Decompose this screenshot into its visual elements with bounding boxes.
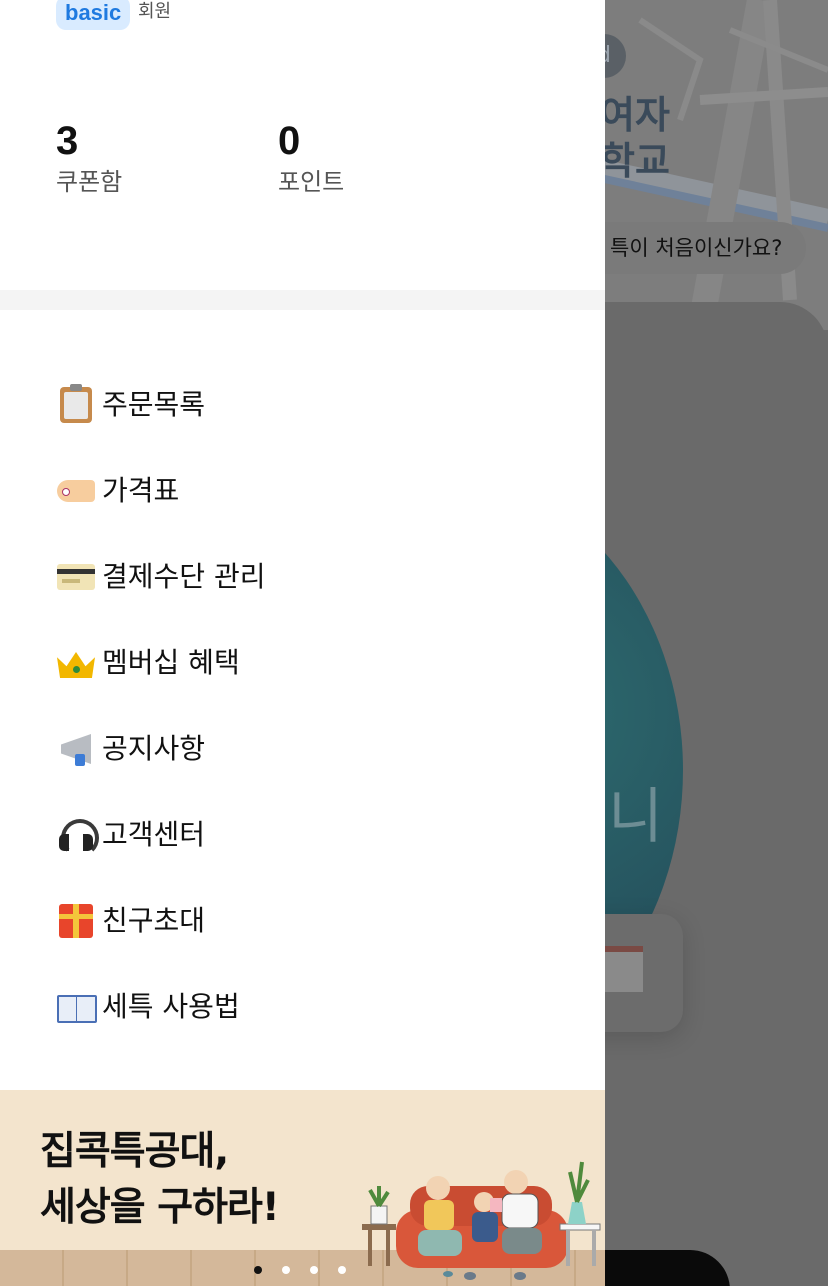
- menu-item-order-list[interactable]: 주문목록: [0, 362, 605, 448]
- menu-item-label: 친구초대: [102, 904, 206, 937]
- side-drawer: basic 회원 3 쿠폰함 0 포인트 주문목록 가격표 결제수단 관리 멤버…: [0, 0, 605, 1286]
- banner-title: 집콕특공대, 세상을 구하라!: [40, 1124, 280, 1236]
- coupon-box-stat[interactable]: 3 쿠폰함: [56, 118, 122, 198]
- crown-icon: [56, 643, 96, 683]
- drawer-menu: 주문목록 가격표 결제수단 관리 멤버십 혜택 공지사항 고객센터 친구초대 세…: [0, 362, 605, 1050]
- price-tag-icon: [56, 471, 96, 511]
- background-circle-text: 니: [608, 782, 664, 852]
- coupon-count: 3: [56, 119, 79, 163]
- headphones-icon: [56, 815, 99, 857]
- banner-page-dot-2[interactable]: [282, 1266, 290, 1274]
- banner-title-line2: 세상을 구하라!: [40, 1185, 280, 1230]
- open-book-icon: [56, 987, 97, 1027]
- megaphone-icon: [56, 729, 96, 769]
- menu-item-invite-friends[interactable]: 친구초대: [0, 878, 605, 964]
- clipboard-icon: [56, 384, 96, 425]
- membership-grade-badge: basic: [56, 0, 131, 30]
- menu-item-notices[interactable]: 공지사항: [0, 706, 605, 792]
- menu-item-membership-benefits[interactable]: 멤버십 혜택: [0, 620, 605, 706]
- membership-grade-suffix: 회원: [138, 1, 172, 22]
- menu-item-label: 가격표: [102, 474, 180, 507]
- map-school-label: 여자 학교: [600, 93, 670, 183]
- menu-item-label: 결제수단 관리: [102, 560, 266, 593]
- promo-banner[interactable]: 집콕특공대, 세상을 구하라!: [0, 1090, 605, 1286]
- point-count: 0: [278, 119, 301, 163]
- banner-page-dot-4[interactable]: [338, 1266, 346, 1274]
- menu-item-label: 멤버십 혜택: [102, 646, 240, 679]
- banner-pagination: [254, 1266, 346, 1274]
- point-label: 포인트: [278, 168, 345, 196]
- banner-title-line1: 집콕특공대,: [40, 1129, 229, 1174]
- profile-section: basic 회원 3 쿠폰함 0 포인트: [0, 0, 605, 290]
- point-stat[interactable]: 0 포인트: [278, 118, 344, 198]
- menu-item-label: 고객센터: [102, 818, 206, 851]
- banner-page-dot-3[interactable]: [310, 1266, 318, 1274]
- menu-item-how-to-use[interactable]: 세특 사용법: [0, 964, 605, 1050]
- credit-card-icon: [56, 557, 96, 597]
- calendar-icon: [605, 946, 643, 992]
- coupon-label: 쿠폰함: [56, 168, 123, 196]
- banner-illustration: [362, 1161, 601, 1280]
- menu-item-label: 주문목록: [102, 388, 206, 421]
- section-divider: [0, 290, 605, 310]
- menu-item-customer-center[interactable]: 고객센터: [0, 792, 605, 878]
- menu-item-label: 세특 사용법: [102, 990, 240, 1023]
- menu-item-label: 공지사항: [102, 732, 206, 765]
- menu-item-payment-methods[interactable]: 결제수단 관리: [0, 534, 605, 620]
- banner-page-dot-1[interactable]: [254, 1266, 262, 1274]
- gift-icon: [56, 901, 96, 941]
- menu-item-price-list[interactable]: 가격표: [0, 448, 605, 534]
